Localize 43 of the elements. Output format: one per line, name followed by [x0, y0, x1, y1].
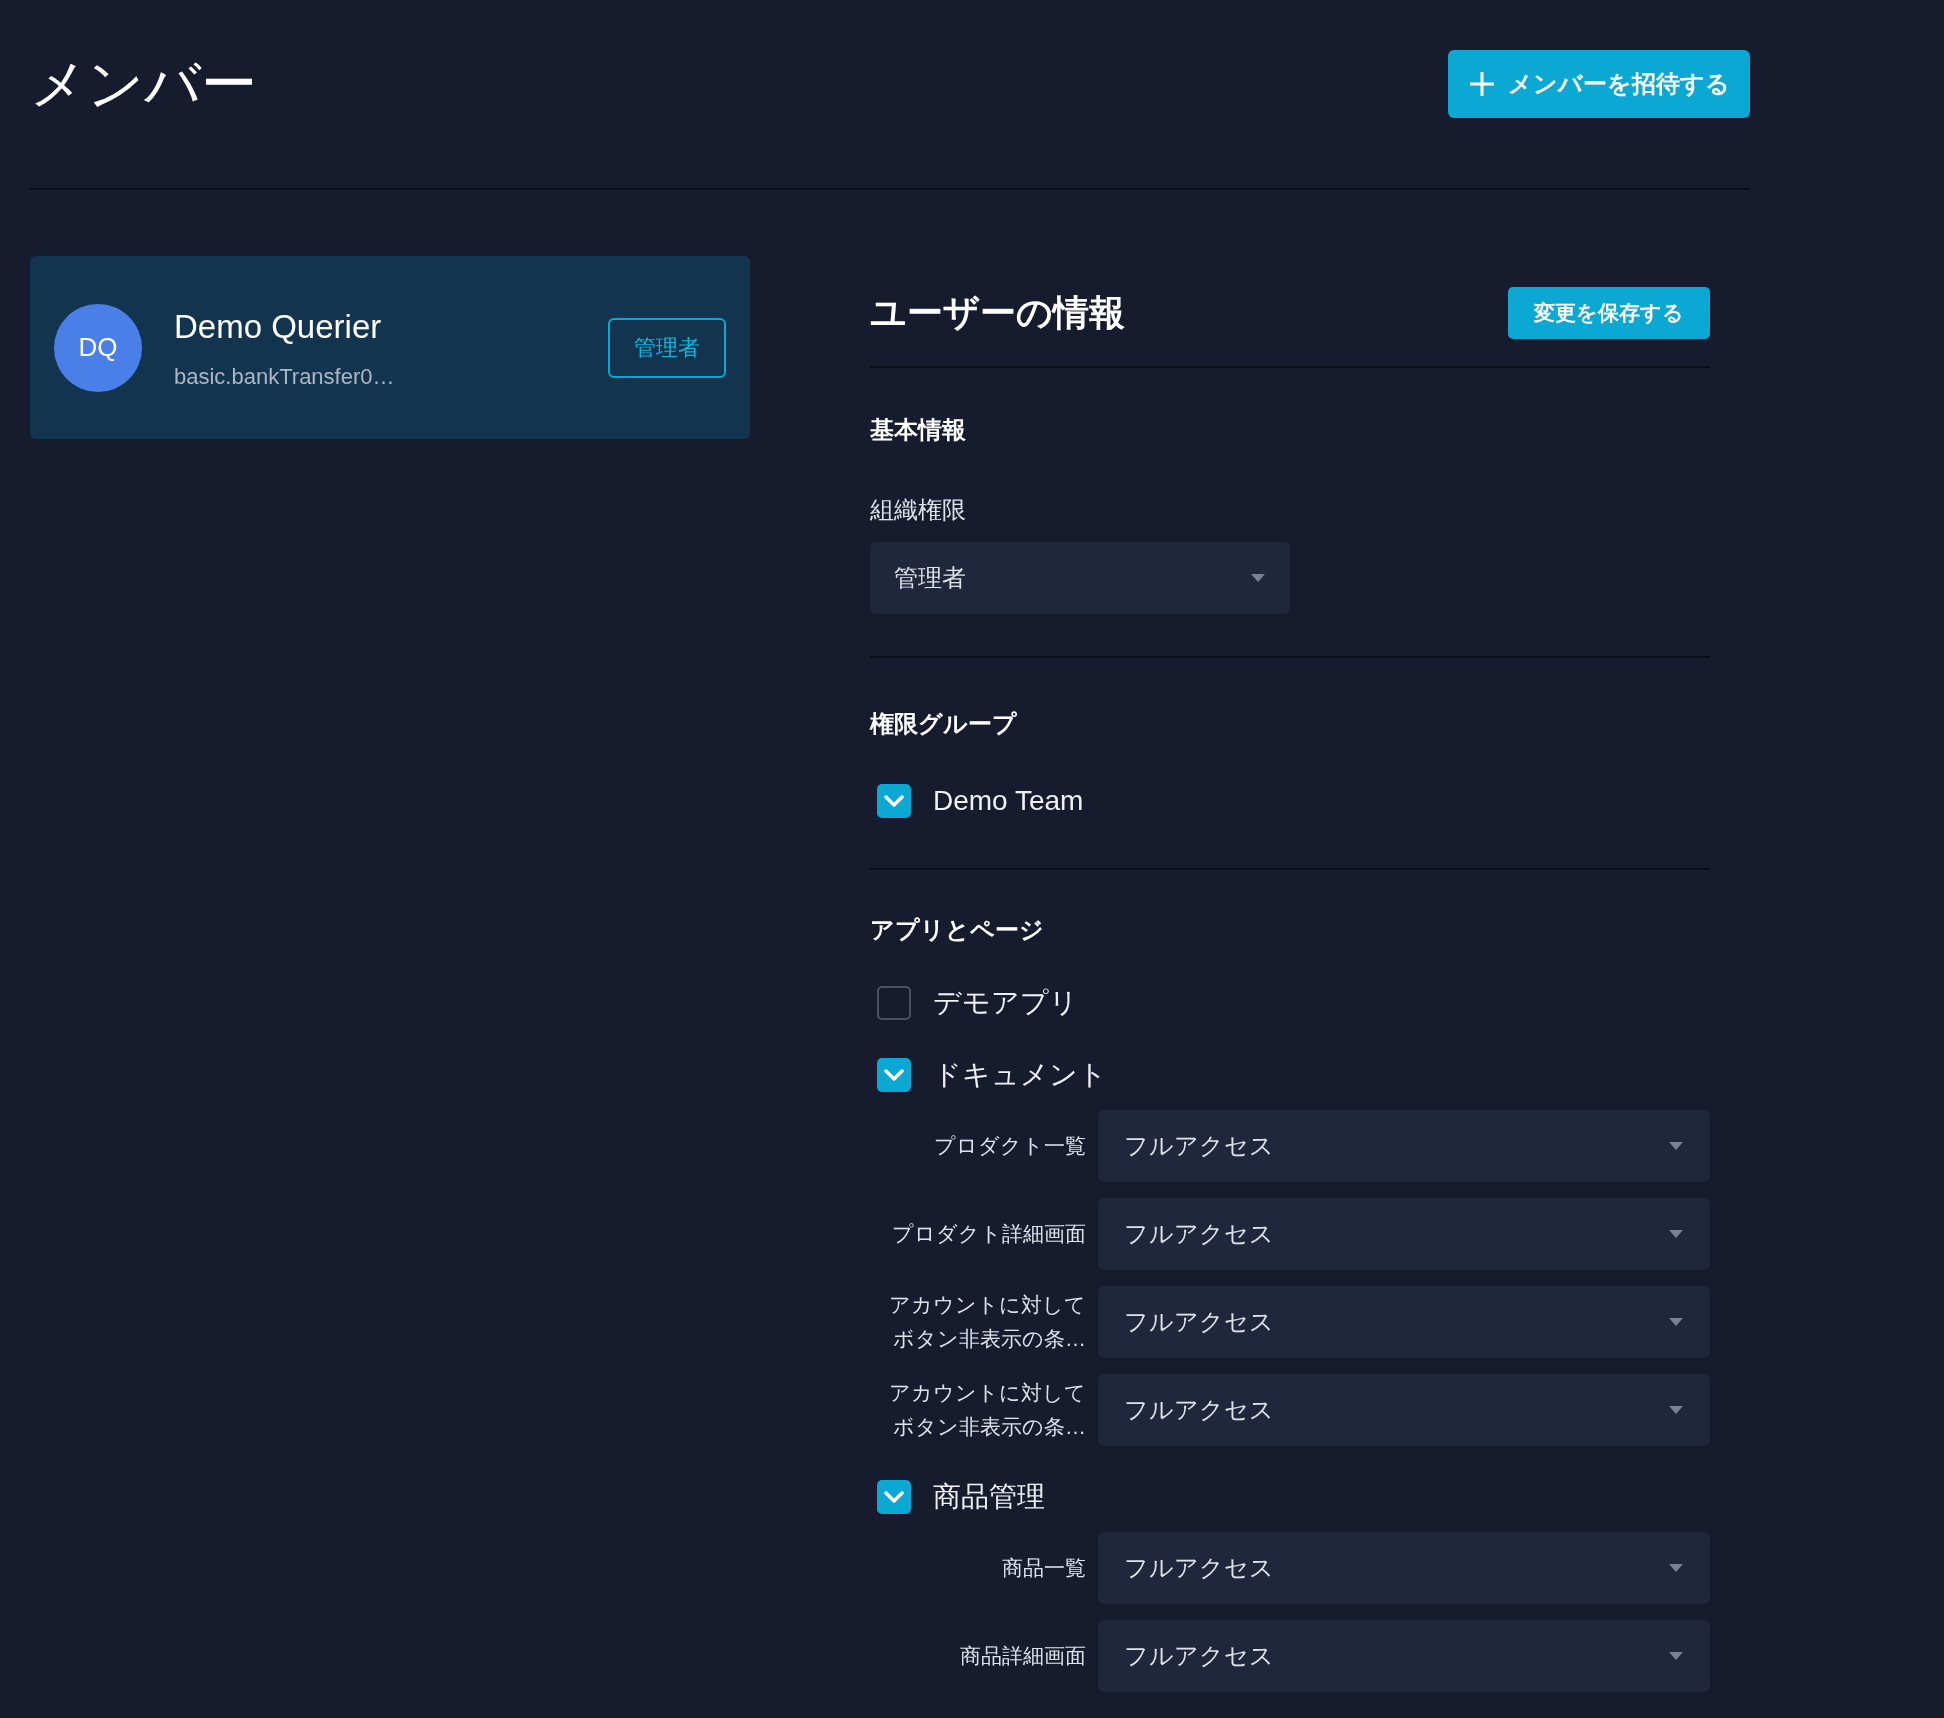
member-name: Demo Querier: [174, 307, 383, 348]
section-title: ユーザーの情報: [870, 291, 1125, 335]
caret-down-icon: [1668, 1651, 1684, 1661]
caret-down-icon: [1250, 573, 1266, 583]
caret-down-icon: [1668, 1229, 1684, 1239]
checkbox[interactable]: [877, 1058, 911, 1092]
field-label: 組織権限: [870, 495, 967, 525]
org-role-select[interactable]: 管理者: [870, 542, 1290, 614]
section-heading: アプリとページ: [870, 915, 1045, 945]
caret-down-icon: [1668, 1563, 1684, 1573]
access-select[interactable]: フルアクセス: [1098, 1286, 1710, 1358]
page-label: プロダクト詳細画面: [891, 1221, 1086, 1247]
page-label: 商品詳細画面: [959, 1643, 1086, 1669]
caret-down-icon: [1668, 1141, 1684, 1151]
avatar: DQ: [54, 303, 142, 392]
checkbox-label: Demo Team: [933, 784, 1084, 818]
page-label: アカウントに対してボタン非表示の条…: [888, 1292, 1086, 1352]
page-label: アカウントに対してボタン非表示の条…: [888, 1380, 1086, 1440]
page-label: 商品一覧: [1001, 1555, 1086, 1581]
checkbox-label: デモアプリ: [933, 986, 1078, 1020]
access-select[interactable]: フルアクセス: [1098, 1198, 1710, 1270]
access-select[interactable]: フルアクセス: [1098, 1620, 1710, 1692]
caret-down-icon: [1668, 1405, 1684, 1415]
caret-down-icon: [1668, 1317, 1684, 1327]
checkmark-icon: [884, 1490, 904, 1504]
page-label: プロダクト一覧: [933, 1133, 1086, 1159]
role-badge: 管理者: [608, 317, 726, 378]
section-heading: 基本情報: [870, 415, 967, 445]
checkbox-label: ドキュメント: [933, 1058, 1107, 1092]
checkbox[interactable]: [877, 1480, 911, 1514]
checkbox[interactable]: [877, 784, 911, 818]
section-heading: 権限グループ: [870, 709, 1018, 739]
member-card[interactable]: DQ Demo Querier basic.bankTransfer0… 管理者: [30, 256, 750, 439]
plus-icon: [1468, 70, 1496, 98]
member-email: basic.bankTransfer0…: [174, 362, 396, 391]
access-select[interactable]: フルアクセス: [1098, 1374, 1710, 1446]
checkbox[interactable]: [877, 986, 911, 1020]
checkbox-label: 商品管理: [933, 1480, 1045, 1514]
page-title: メンバー: [30, 51, 257, 117]
access-select[interactable]: フルアクセス: [1098, 1110, 1710, 1182]
access-select[interactable]: フルアクセス: [1098, 1532, 1710, 1604]
checkmark-icon: [884, 794, 904, 808]
checkmark-icon: [884, 1068, 904, 1082]
